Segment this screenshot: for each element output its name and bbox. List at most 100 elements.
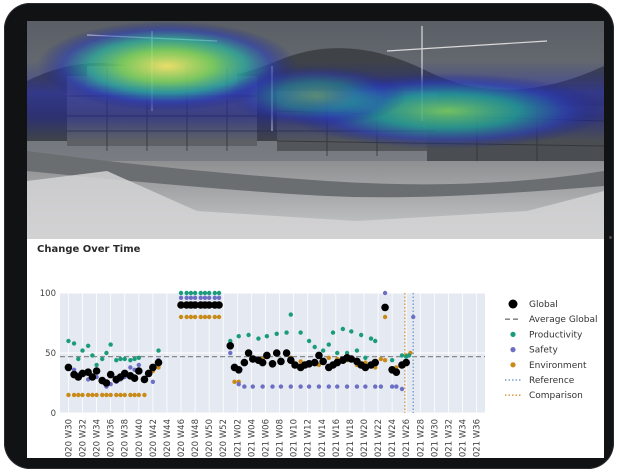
legend-label-comparison: Comparison bbox=[529, 391, 583, 401]
safety-point bbox=[202, 295, 208, 300]
productivity-point bbox=[188, 290, 194, 296]
productivity-point bbox=[349, 329, 354, 334]
productivity-point bbox=[330, 330, 336, 335]
productivity-point bbox=[80, 348, 85, 353]
change-over-time-chart[interactable]: 050100 2020 W30 2020 W32 2020 W34 2020 W36 2… bbox=[27, 261, 604, 458]
productivity-point bbox=[198, 290, 203, 296]
y-tick-label: 0 bbox=[51, 409, 56, 419]
safety-point bbox=[270, 384, 275, 389]
environment-point bbox=[178, 314, 184, 320]
global-point bbox=[282, 349, 291, 357]
x-tick-label: 2020 W50 bbox=[205, 419, 215, 458]
global-point bbox=[392, 368, 401, 376]
x-tick-label: 2021 W36 bbox=[473, 419, 483, 458]
productivity-point bbox=[216, 290, 222, 296]
safety-point bbox=[212, 295, 218, 300]
x-tick-label: 2020 W38 bbox=[121, 419, 131, 458]
environment-point bbox=[206, 314, 212, 320]
x-tick-label: 2020 W44 bbox=[163, 419, 173, 458]
safety-point bbox=[298, 384, 303, 389]
environment-point bbox=[94, 392, 99, 398]
productivity-point bbox=[202, 290, 208, 296]
global-point bbox=[226, 342, 235, 350]
environment-point bbox=[382, 314, 388, 320]
productivity-point bbox=[178, 290, 184, 296]
productivity-point bbox=[335, 350, 340, 356]
productivity-point bbox=[212, 290, 218, 296]
global-point bbox=[277, 357, 285, 366]
x-tick-label: 2021 W34 bbox=[458, 419, 468, 458]
x-tick-label: 2021 W06 bbox=[261, 419, 271, 458]
productivity-point bbox=[326, 342, 331, 347]
productivity-point bbox=[206, 290, 212, 296]
safety-point bbox=[228, 350, 233, 356]
legend-label-safety: Safety bbox=[529, 346, 558, 356]
productivity-point bbox=[389, 358, 395, 363]
environment-point bbox=[378, 356, 384, 362]
safety-point bbox=[389, 384, 395, 389]
x-tick-label: 2021 W30 bbox=[430, 419, 440, 458]
productivity-point bbox=[76, 356, 81, 362]
safety-point bbox=[354, 384, 360, 389]
productivity-point bbox=[90, 353, 95, 358]
environment-point bbox=[71, 392, 77, 398]
productivity-point bbox=[298, 330, 303, 335]
productivity-point bbox=[104, 350, 109, 356]
environment-point bbox=[90, 392, 95, 398]
global-point bbox=[319, 357, 327, 366]
x-tick-label: 2020 W32 bbox=[79, 419, 89, 458]
x-tick-label: 2021 W24 bbox=[388, 419, 398, 458]
safety-point bbox=[382, 290, 388, 296]
legend: Global Average Global Productivity Safety En… bbox=[505, 299, 598, 401]
camera-dot bbox=[609, 236, 612, 239]
environment-point bbox=[114, 392, 119, 398]
global-point bbox=[135, 367, 143, 375]
safety-point bbox=[236, 382, 241, 387]
productivity-point bbox=[71, 341, 77, 346]
environment-point bbox=[184, 314, 189, 320]
productivity-point bbox=[192, 290, 198, 296]
productivity-point bbox=[363, 355, 368, 360]
safety-point bbox=[363, 384, 368, 389]
safety-point bbox=[378, 384, 384, 389]
global-point bbox=[402, 358, 410, 367]
safety-point bbox=[394, 384, 399, 389]
productivity-point bbox=[340, 326, 346, 332]
site-heatmap-photo[interactable] bbox=[27, 21, 604, 239]
x-tick-label: 2020 W34 bbox=[93, 419, 103, 458]
environment-point bbox=[66, 392, 71, 398]
productivity-point bbox=[118, 356, 123, 362]
legend-label-environment: Environment bbox=[529, 361, 587, 371]
x-tick-label: 2021 W22 bbox=[374, 419, 384, 458]
legend-label-global: Global bbox=[529, 300, 558, 310]
productivity-point bbox=[114, 358, 119, 363]
global-point bbox=[64, 363, 73, 372]
global-point bbox=[215, 301, 223, 309]
environment-point bbox=[198, 314, 203, 320]
legend-marker-productivity bbox=[510, 331, 516, 337]
x-tick-label: 2020 W40 bbox=[135, 419, 145, 458]
global-point bbox=[130, 374, 139, 382]
global-point bbox=[92, 367, 101, 375]
environment-point bbox=[128, 392, 133, 398]
safety-point bbox=[373, 384, 378, 389]
productivity-point bbox=[128, 358, 133, 363]
x-axis-ticks: 2020 W30 2020 W32 2020 W34 2020 W36 2020 W38… bbox=[64, 419, 482, 458]
safety-point bbox=[306, 384, 312, 389]
productivity-point bbox=[312, 344, 317, 350]
y-tick-label: 50 bbox=[45, 349, 56, 359]
x-tick-label: 2021 W12 bbox=[304, 419, 314, 458]
y-axis-ticks: 0 50 100 bbox=[40, 289, 56, 419]
safety-point bbox=[344, 384, 350, 389]
safety-point bbox=[399, 386, 405, 392]
productivity-point bbox=[306, 338, 312, 344]
safety-point bbox=[288, 384, 293, 389]
environment-point bbox=[118, 392, 123, 398]
global-point bbox=[310, 358, 319, 367]
legend-marker-global bbox=[508, 299, 518, 309]
productivity-point bbox=[284, 330, 289, 335]
global-point bbox=[272, 349, 281, 357]
x-tick-label: 2021 W02 bbox=[233, 419, 243, 458]
environment-point bbox=[132, 392, 137, 398]
global-point bbox=[240, 358, 249, 367]
